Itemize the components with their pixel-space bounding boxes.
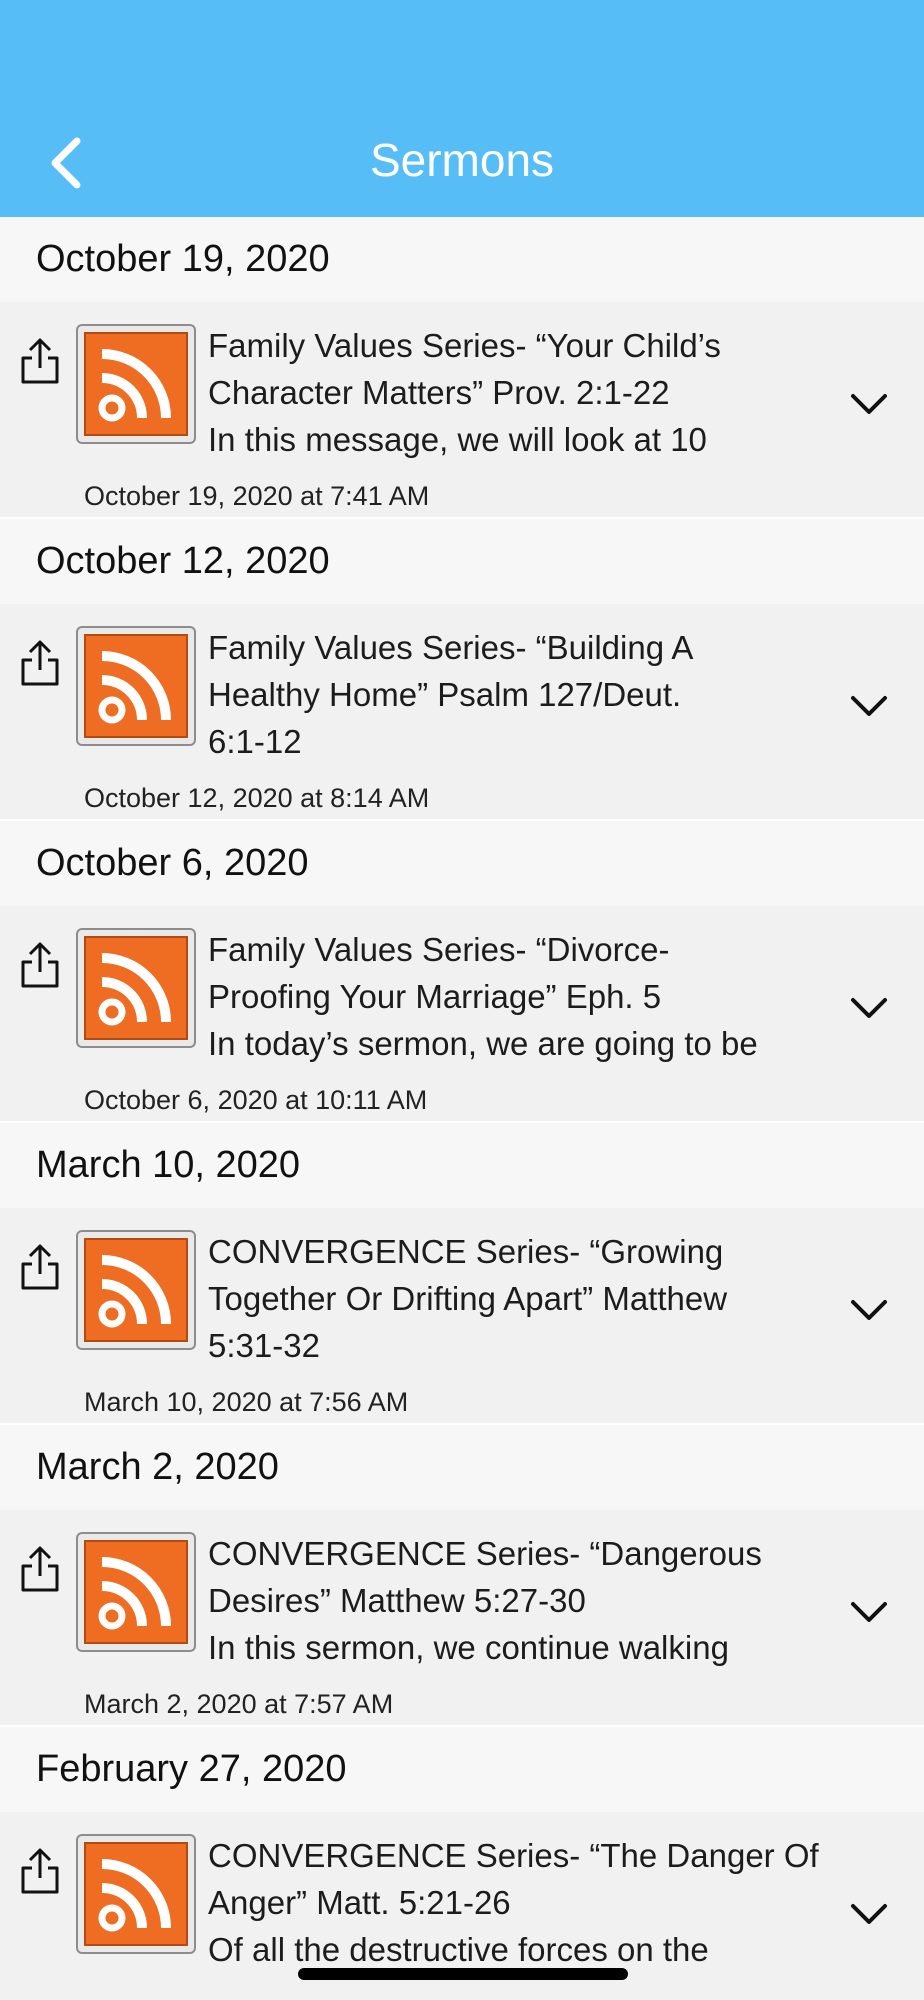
sermon-text-line: Desires” Matthew 5:27-30 (208, 1582, 586, 1619)
app-screen: Sermons October 19, 2020 Family Values S… (0, 0, 924, 2000)
rss-icon (84, 332, 188, 436)
share-icon (21, 640, 59, 686)
sermon-text-line: Of all the destructive forces on the (208, 1931, 709, 1968)
expand-button[interactable] (846, 384, 892, 424)
rss-icon (84, 1842, 188, 1946)
sermon-text-line: CONVERGENCE Series- “The Danger Of (208, 1837, 819, 1874)
section-date-header: March 2, 2020 (0, 1425, 924, 1510)
share-button[interactable] (18, 940, 62, 990)
share-button[interactable] (18, 336, 62, 386)
chevron-down-icon (851, 1300, 887, 1320)
sermon-description: Family Values Series- “Building A Health… (208, 624, 828, 765)
page-title: Sermons (369, 134, 555, 186)
sermon-text-line: 5:31-32 (208, 1327, 320, 1364)
share-button[interactable] (18, 1544, 62, 1594)
section-date-header: February 27, 2020 (0, 1727, 924, 1812)
sermon-row[interactable]: CONVERGENCE Series- “Growing Together Or… (0, 1208, 924, 1425)
chevron-down-icon (851, 1904, 887, 1924)
chevron-down-icon (851, 1602, 887, 1622)
share-button[interactable] (18, 1846, 62, 1896)
sermon-timestamp: October 19, 2020 at 7:41 AM (84, 481, 430, 511)
sermon-description: CONVERGENCE Series- “The Danger Of Anger… (208, 1832, 828, 1973)
sermon-section: October 12, 2020 Family Values Series- “… (0, 519, 924, 821)
sermon-description: Family Values Series- “Your Child’s Char… (208, 322, 828, 463)
sermon-list[interactable]: October 19, 2020 Family Values Series- “… (0, 217, 924, 2000)
section-date-header: October 6, 2020 (0, 821, 924, 906)
expand-button[interactable] (846, 988, 892, 1028)
sermon-row[interactable]: CONVERGENCE Series- “Dangerous Desires” … (0, 1510, 924, 1727)
expand-button[interactable] (846, 1290, 892, 1330)
section-date-header: March 10, 2020 (0, 1123, 924, 1208)
sermon-text-line: CONVERGENCE Series- “Dangerous (208, 1535, 762, 1572)
sermon-timestamp: October 6, 2020 at 10:11 AM (84, 1085, 428, 1115)
sermon-timestamp: October 12, 2020 at 8:14 AM (84, 783, 430, 813)
sermon-text-line: 6:1-12 (208, 723, 302, 760)
expand-button[interactable] (846, 686, 892, 726)
sermon-description: CONVERGENCE Series- “Dangerous Desires” … (208, 1530, 828, 1671)
share-button[interactable] (18, 1242, 62, 1292)
sermon-section: October 19, 2020 Family Values Series- “… (0, 217, 924, 519)
share-icon (21, 1848, 59, 1894)
chevron-down-icon (851, 394, 887, 414)
chevron-down-icon (851, 998, 887, 1018)
rss-thumbnail (76, 1834, 196, 1954)
sermon-row[interactable]: Family Values Series- “Building A Health… (0, 604, 924, 821)
sermon-row[interactable]: Family Values Series- “Divorce- Proofing… (0, 906, 924, 1123)
share-icon (21, 1546, 59, 1592)
sermon-section: March 2, 2020 CONVERGENCE Series- “Dange… (0, 1425, 924, 1727)
sermon-text-line: Anger” Matt. 5:21-26 (208, 1884, 511, 1921)
navigation-bar: Sermons (0, 0, 924, 217)
rss-icon (84, 1540, 188, 1644)
sermon-row[interactable]: Family Values Series- “Your Child’s Char… (0, 302, 924, 519)
home-indicator (298, 1968, 628, 1980)
sermon-text-line: Family Values Series- “Your Child’s (208, 327, 721, 364)
sermon-text-line: Family Values Series- “Building A (208, 629, 694, 666)
sermon-section: March 10, 2020 CONVERGENCE Series- “Grow… (0, 1123, 924, 1425)
rss-icon (84, 634, 188, 738)
sermon-text-line: Character Matters” Prov. 2:1-22 (208, 374, 670, 411)
rss-icon (84, 936, 188, 1040)
sermon-timestamp: March 2, 2020 at 7:57 AM (84, 1689, 394, 1719)
share-icon (21, 942, 59, 988)
rss-thumbnail (76, 324, 196, 444)
sermon-description: Family Values Series- “Divorce- Proofing… (208, 926, 828, 1067)
sermon-section: February 27, 2020 CONVERGENCE Series- “T… (0, 1727, 924, 2000)
rss-thumbnail (76, 1532, 196, 1652)
section-date-header: October 19, 2020 (0, 217, 924, 302)
sermon-text-line: CONVERGENCE Series- “Growing (208, 1233, 724, 1270)
sermon-text-line: Proofing Your Marriage” Eph. 5 (208, 978, 662, 1015)
sermon-text-line: Healthy Home” Psalm 127/Deut. (208, 676, 682, 713)
sermon-description: CONVERGENCE Series- “Growing Together Or… (208, 1228, 828, 1369)
rss-icon (84, 1238, 188, 1342)
share-button[interactable] (18, 638, 62, 688)
rss-thumbnail (76, 928, 196, 1048)
rss-thumbnail (76, 626, 196, 746)
sermon-text-line: In this message, we will look at 10 (208, 421, 707, 458)
expand-button[interactable] (846, 1894, 892, 1934)
rss-thumbnail (76, 1230, 196, 1350)
sermon-section: October 6, 2020 Family Values Series- “D… (0, 821, 924, 1123)
sermon-text-line: In this sermon, we continue walking (208, 1629, 729, 1666)
sermon-text-line: Family Values Series- “Divorce- (208, 931, 670, 968)
section-date-header: October 12, 2020 (0, 519, 924, 604)
chevron-down-icon (851, 696, 887, 716)
share-icon (21, 338, 59, 384)
share-icon (21, 1244, 59, 1290)
expand-button[interactable] (846, 1592, 892, 1632)
sermon-text-line: In today’s sermon, we are going to be (208, 1025, 758, 1062)
sermon-timestamp: March 10, 2020 at 7:56 AM (84, 1387, 409, 1417)
sermon-text-line: Together Or Drifting Apart” Matthew (208, 1280, 728, 1317)
